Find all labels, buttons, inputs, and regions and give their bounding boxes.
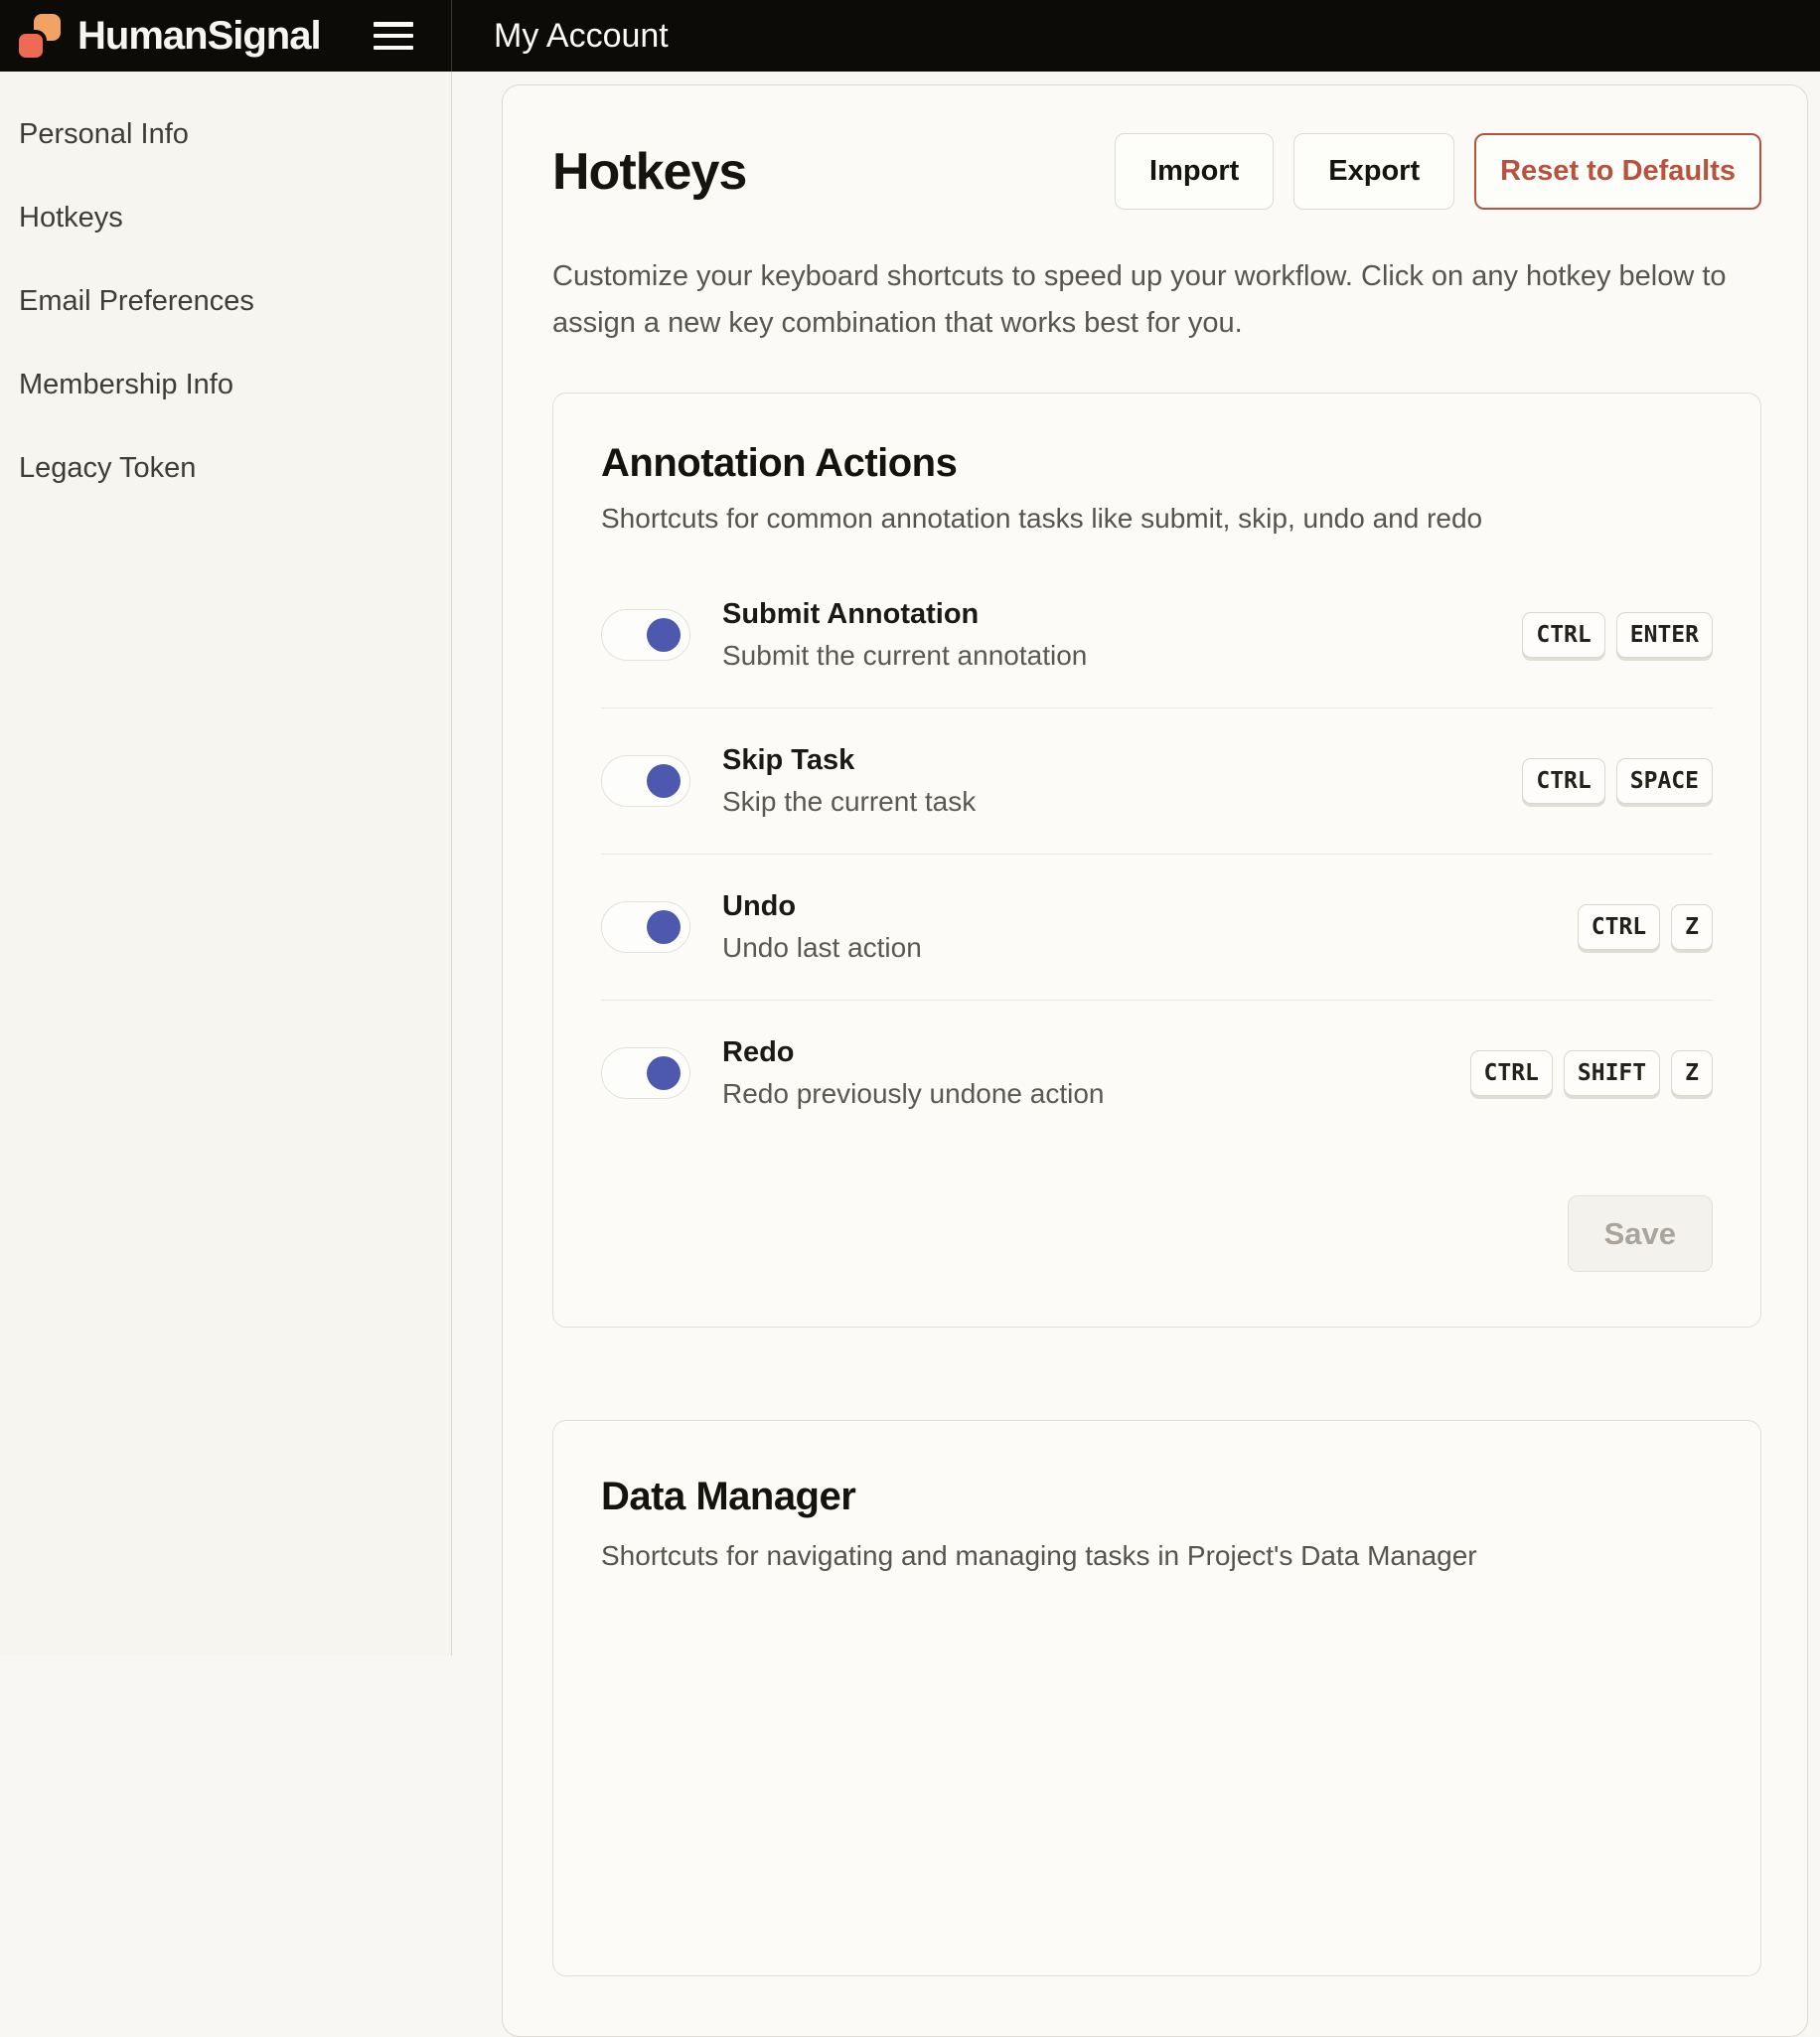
save-row: Save [601, 1195, 1713, 1272]
import-button[interactable]: Import [1115, 133, 1274, 210]
hotkeys-description: Customize your keyboard shortcuts to spe… [552, 253, 1761, 347]
hotkey-title: Redo [722, 1036, 1104, 1069]
hotkey-row-submit-annotation: Submit Annotation Submit the current ann… [601, 562, 1713, 707]
main-content: Hotkeys Import Export Reset to Defaults … [452, 72, 1820, 1655]
toggle-knob [647, 1056, 681, 1090]
hotkey-keys[interactable]: CTRL Z [1578, 904, 1713, 950]
humansignal-logo-icon[interactable] [17, 13, 63, 59]
hotkey-title: Submit Annotation [722, 598, 1087, 631]
logo-square-coral [19, 34, 43, 58]
toggle-knob [647, 618, 681, 652]
data-manager-title: Data Manager [601, 1473, 1713, 1520]
hotkeys-title: Hotkeys [552, 142, 1115, 202]
key-badge[interactable]: CTRL [1522, 612, 1604, 658]
key-badge[interactable]: SPACE [1616, 758, 1713, 804]
sidebar-item-legacy-token[interactable]: Legacy Token [19, 451, 451, 485]
hotkey-subtitle: Submit the current annotation [722, 640, 1087, 672]
submit-annotation-toggle[interactable] [601, 609, 690, 661]
hotkey-row-redo: Redo Redo previously undone action CTRL … [601, 1000, 1713, 1146]
hotkey-subtitle: Undo last action [722, 932, 922, 964]
annotation-actions-title: Annotation Actions [601, 439, 1713, 487]
annotation-actions-card: Annotation Actions Shortcuts for common … [552, 392, 1761, 1328]
sidebar-item-hotkeys[interactable]: Hotkeys [19, 201, 451, 235]
hotkey-keys[interactable]: CTRL SPACE [1522, 758, 1713, 804]
hotkey-keys[interactable]: CTRL SHIFT Z [1470, 1050, 1714, 1096]
export-button[interactable]: Export [1293, 133, 1454, 210]
undo-toggle[interactable] [601, 901, 690, 953]
sidebar-item-email-preferences[interactable]: Email Preferences [19, 284, 451, 318]
row-text: Submit Annotation Submit the current ann… [722, 598, 1087, 672]
data-manager-subtitle: Shortcuts for navigating and managing ta… [601, 1540, 1713, 1572]
sidebar-item-personal-info[interactable]: Personal Info [19, 117, 451, 151]
hotkey-keys[interactable]: CTRL ENTER [1522, 612, 1713, 658]
hotkeys-panel: Hotkeys Import Export Reset to Defaults … [502, 84, 1808, 2037]
redo-toggle[interactable] [601, 1047, 690, 1099]
top-bar: HumanSignal My Account [0, 0, 1820, 72]
key-badge[interactable]: CTRL [1578, 904, 1660, 950]
key-badge[interactable]: SHIFT [1564, 1050, 1660, 1096]
key-badge[interactable]: CTRL [1522, 758, 1604, 804]
key-badge[interactable]: Z [1671, 904, 1713, 950]
hotkey-rows: Submit Annotation Submit the current ann… [601, 562, 1713, 1146]
sidebar-item-membership-info[interactable]: Membership Info [19, 368, 451, 401]
skip-task-toggle[interactable] [601, 755, 690, 807]
reset-to-defaults-button[interactable]: Reset to Defaults [1474, 133, 1761, 210]
key-badge[interactable]: CTRL [1470, 1050, 1553, 1096]
hotkey-row-skip-task: Skip Task Skip the current task CTRL SPA… [601, 707, 1713, 854]
hotkey-title: Skip Task [722, 744, 976, 777]
hotkeys-header: Hotkeys Import Export Reset to Defaults [552, 133, 1761, 210]
row-text: Redo Redo previously undone action [722, 1036, 1104, 1110]
hotkey-title: Undo [722, 890, 922, 923]
key-badge[interactable]: Z [1671, 1050, 1713, 1096]
hotkey-subtitle: Skip the current task [722, 786, 976, 818]
key-badge[interactable]: ENTER [1616, 612, 1713, 658]
hotkey-subtitle: Redo previously undone action [722, 1078, 1104, 1110]
annotation-actions-subtitle: Shortcuts for common annotation tasks li… [601, 503, 1713, 535]
header-buttons: Import Export Reset to Defaults [1115, 133, 1761, 210]
save-button[interactable]: Save [1568, 1195, 1713, 1272]
hotkey-row-undo: Undo Undo last action CTRL Z [601, 854, 1713, 1000]
page-title: My Account [494, 17, 669, 56]
hamburger-menu-icon[interactable] [374, 22, 413, 50]
account-sidebar: Personal Info Hotkeys Email Preferences … [0, 72, 452, 1655]
brand-name[interactable]: HumanSignal [77, 14, 321, 59]
brand-area: HumanSignal [0, 0, 452, 72]
toggle-knob [647, 910, 681, 944]
row-text: Undo Undo last action [722, 890, 922, 964]
toggle-knob [647, 764, 681, 798]
row-text: Skip Task Skip the current task [722, 744, 976, 818]
data-manager-card: Data Manager Shortcuts for navigating an… [552, 1420, 1761, 1976]
